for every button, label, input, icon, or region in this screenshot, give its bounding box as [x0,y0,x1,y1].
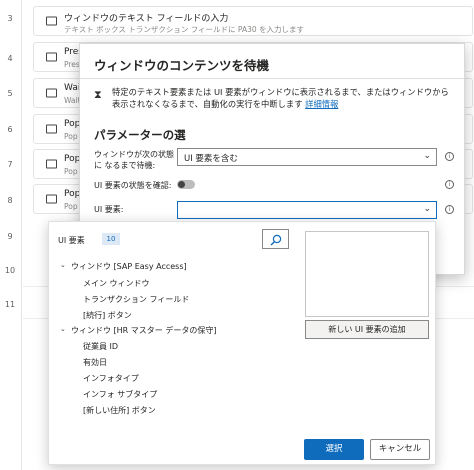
select-button[interactable]: 選択 [304,439,364,460]
check-state-toggle[interactable] [177,180,195,189]
step-number: 7 [7,160,13,169]
description-text: 特定のテキスト要素または UI 要素がウィンドウに表示されるまで、またはウィンド… [112,87,449,109]
tree-item[interactable]: 従業員 ID [83,341,118,352]
action-title: Pop [64,119,81,129]
tree-item[interactable]: [新しい住所] ボタン [83,405,156,416]
action-title: Pop [64,189,81,199]
add-ui-element-button[interactable]: 新しい UI 要素の追加 [305,320,429,339]
window-icon [46,124,57,134]
window-icon [46,52,57,62]
step-number: 9 [7,232,13,241]
action-subtitle: テキスト ボックス トランザクション フィールドに PA30 を入力します [64,25,305,34]
ui-element-picker: UI 要素 10 ⌄ ウィンドウ [SAP Easy Access] メイン ウ… [48,221,436,465]
info-icon[interactable]: i [445,152,454,161]
window-icon [46,159,57,169]
step-number: 6 [7,125,13,134]
info-icon[interactable]: i [445,205,454,214]
tree-item[interactable]: インフォ サブタイプ [83,389,157,400]
dialog-description: 特定のテキスト要素または UI 要素がウィンドウに表示されるまで、またはウィンド… [112,86,452,110]
step-number: 3 [7,14,13,23]
tree-item-window[interactable]: ウィンドウ [HR マスター データの保守] [71,325,216,336]
wait-condition-label: ウィンドウが次の状態に なるまで待機: [94,150,174,170]
chevron-down-icon: ⌄ [423,204,431,214]
chevron-down-icon: ⌄ [423,151,431,161]
tree-item[interactable]: メイン ウィンドウ [83,278,150,289]
tree-item[interactable]: トランザクション フィールド [83,294,189,305]
picker-header: UI 要素 [58,236,85,245]
divider [80,78,464,79]
search-button[interactable] [262,229,289,249]
caret-down-icon[interactable]: ⌄ [60,325,66,333]
step-number: 11 [4,300,16,309]
ui-element-label: UI 要素: [94,205,124,214]
step-number: 5 [7,89,13,98]
search-icon [270,234,282,246]
section-title: パラメーターの選 [94,128,186,142]
step-number: 8 [7,196,13,205]
details-link[interactable]: 詳細情報 [305,99,338,109]
tree-item[interactable]: インフォタイプ [83,373,139,384]
ui-element-select[interactable]: ⌄ [177,201,437,219]
tree-item-window[interactable]: ウィンドウ [SAP Easy Access] [71,261,187,272]
step-number: 4 [7,54,13,63]
hourglass-icon: ⧗ [94,88,102,101]
wait-condition-select[interactable]: UI 要素を含む ⌄ [177,148,437,166]
action-title: ウィンドウのテキスト フィールドの入力 [64,14,229,24]
step-number: 10 [4,266,16,275]
window-icon [46,194,57,204]
action-title: Wai [64,83,81,93]
action-card[interactable]: ウィンドウのテキスト フィールドの入力 テキスト ボックス トランザクション フ… [33,6,473,36]
tree-item[interactable]: [続行] ボタン [83,310,132,321]
dialog-title: ウィンドウのコンテンツを待機 [94,58,270,73]
window-icon [46,16,57,26]
check-state-label: UI 要素の状態を確認: [94,181,172,190]
action-subtitle: Pop [64,132,78,141]
caret-down-icon[interactable]: ⌄ [60,261,66,269]
action-subtitle: Pop [64,167,78,176]
cancel-button[interactable]: キャンセル [370,439,430,460]
action-subtitle: Pres [64,60,80,69]
action-subtitle: Pop [64,202,78,211]
element-count-badge: 10 [102,233,120,245]
select-value: UI 要素を含む [184,154,238,164]
element-preview [305,231,429,317]
action-title: Pop [64,154,81,164]
tree-item[interactable]: 有効日 [83,357,107,368]
info-icon[interactable]: i [445,180,454,189]
hourglass-icon [46,88,57,98]
